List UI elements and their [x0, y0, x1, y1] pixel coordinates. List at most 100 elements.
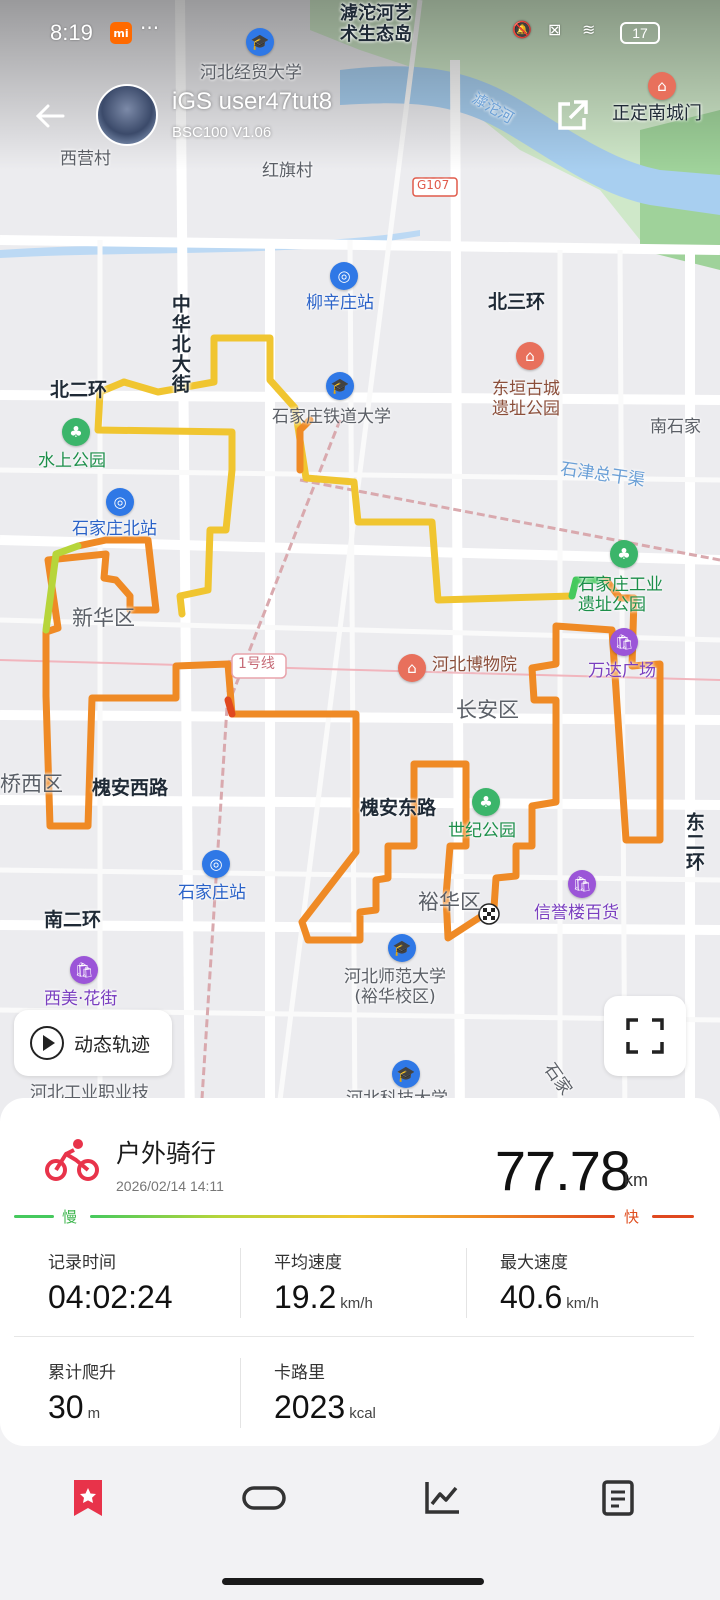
map-label: 河北师范大学 (裕华校区) — [344, 967, 446, 1007]
speed-legend-fast-bar — [652, 1215, 694, 1218]
stat-value: 40.6 km/h — [500, 1279, 599, 1315]
chart-icon — [425, 1482, 459, 1514]
stat-value: 04:02:24 — [48, 1279, 173, 1315]
map-label: 槐安西路 — [92, 777, 169, 799]
landmark-icon: ⌂ — [648, 72, 676, 100]
shopping-icon: 🛍 — [610, 628, 638, 656]
stat-label: 累计爬升 — [48, 1363, 116, 1383]
map-label: 石家庄站 — [178, 883, 246, 903]
activity-date: 2026/02/14 14:11 — [116, 1178, 224, 1194]
wifi-icon: ≋ — [582, 20, 596, 39]
stat-value: 30 m — [48, 1389, 101, 1425]
map-label: G107 — [417, 178, 450, 192]
activity-type: 户外骑行 — [116, 1139, 217, 1168]
shopping-icon: 🛍 — [70, 956, 98, 984]
map-label: 中华北大街 — [168, 294, 191, 394]
bottom-nav — [0, 1446, 720, 1600]
stat-label: 平均速度 — [274, 1253, 342, 1273]
avatar[interactable] — [96, 84, 158, 146]
fullscreen-icon — [626, 1018, 664, 1054]
divider — [240, 1248, 241, 1318]
nav-route[interactable] — [236, 1474, 292, 1522]
map-label: 河北博物院 — [432, 655, 517, 675]
stat-label: 记录时间 — [48, 1253, 116, 1273]
university-icon: 🎓 — [392, 1060, 420, 1088]
user-name: iGS user47tut8 — [172, 88, 333, 115]
back-button[interactable] — [30, 96, 70, 136]
station-icon: ◎ — [330, 262, 358, 290]
document-icon — [602, 1480, 634, 1516]
map-label: 裕华区 — [418, 890, 481, 914]
map-label: 万达广场 — [588, 661, 656, 681]
map-label: 东二环 — [682, 812, 705, 872]
map-label: 石家庄北站 — [72, 519, 157, 539]
stat-label: 最大速度 — [500, 1253, 568, 1273]
map-label: 东垣古城 遗址公园 — [492, 379, 560, 419]
stat-avg-speed: 平均速度 19.2 km/h — [274, 1248, 373, 1316]
arrow-left-icon — [35, 104, 65, 128]
map-label: 长安区 — [456, 698, 519, 722]
speed-legend: 慢 快 — [14, 1206, 694, 1226]
speed-legend-fast: 快 — [624, 1208, 640, 1226]
status-time: 8:19 — [50, 20, 93, 45]
map-label: 新华区 — [72, 606, 135, 630]
nav-details[interactable] — [590, 1474, 646, 1522]
stat-calories: 卡路里 2023 kcal — [274, 1358, 376, 1426]
fullscreen-button[interactable] — [604, 996, 686, 1076]
activity-summary-card: 户外骑行 2026/02/14 14:11 77.78 km 慢 快 记录时间 … — [0, 1098, 720, 1446]
speed-legend-slow: 慢 — [62, 1208, 78, 1226]
divider — [240, 1358, 241, 1428]
capsule-icon — [242, 1486, 286, 1510]
cycling-icon — [45, 1139, 99, 1181]
stat-max-speed: 最大速度 40.6 km/h — [500, 1248, 599, 1316]
device-version: BSC100 V1.06 — [172, 124, 272, 141]
distance-value: 77.78 — [494, 1139, 631, 1202]
map-label: 石家庄工业 遗址公园 — [578, 575, 663, 615]
stat-value: 2023 kcal — [274, 1389, 376, 1425]
map-label: 槐安东路 — [360, 797, 437, 819]
map-label: 南二环 — [44, 909, 102, 931]
station-icon: ◎ — [202, 850, 230, 878]
screen: 🎓 ⌂ ◎ ⌂ 🎓 ♣ ◎ ♣ 🛍 ⌂ ♣ ◎ 🛍 🎓 🛍 🎓 滹沱河艺 术生态… — [0, 0, 720, 1600]
map-label: 西营村 — [60, 149, 111, 169]
university-icon: 🎓 — [326, 372, 354, 400]
stat-record-time: 记录时间 04:02:24 — [48, 1248, 173, 1316]
nav-summary[interactable] — [60, 1474, 116, 1522]
stat-value: 19.2 km/h — [274, 1279, 373, 1315]
nav-charts[interactable] — [414, 1474, 470, 1522]
battery-icon: 17 — [620, 22, 660, 44]
speed-gradient-bar — [90, 1215, 615, 1218]
status-bar: 8:19 mi ··· 🔕 ⊠ ≋ 17 — [0, 0, 720, 66]
stat-label: 卡路里 — [274, 1363, 325, 1383]
bookmark-icon — [74, 1480, 102, 1516]
map-label: 石家庄铁道大学 — [272, 407, 391, 427]
map-label: 信誉楼百货 — [534, 903, 619, 923]
station-icon: ◎ — [106, 488, 134, 516]
landmark-icon: ⌂ — [516, 342, 544, 370]
home-indicator[interactable] — [222, 1578, 484, 1585]
map-label: 北二环 — [50, 379, 108, 401]
map-label: 1号线 — [238, 656, 275, 672]
map-label: 柳辛庄站 — [306, 293, 374, 313]
museum-icon: ⌂ — [398, 654, 426, 682]
mute-icon: 🔕 — [512, 20, 532, 39]
share-icon — [558, 100, 588, 130]
map-label: 世纪公园 — [448, 821, 516, 841]
more-notifications-icon: ··· — [140, 16, 160, 40]
map-label: 北三环 — [488, 291, 546, 313]
map-label: 正定南城门 — [612, 103, 702, 124]
map-label: 水上公园 — [38, 451, 106, 471]
play-icon — [30, 1026, 64, 1060]
map-label: 红旗村 — [262, 161, 313, 181]
map-label: 西美·花街 — [44, 989, 118, 1009]
speed-legend-slow-bar — [14, 1215, 54, 1218]
map-label: 南石家 — [650, 417, 701, 437]
stat-elevation: 累计爬升 30 m — [48, 1358, 116, 1426]
university-icon: 🎓 — [388, 934, 416, 962]
share-button[interactable] — [552, 96, 592, 136]
park-icon: ♣ — [472, 788, 500, 816]
mi-app-icon: mi — [110, 22, 132, 44]
divider — [466, 1248, 467, 1318]
route-map[interactable]: 🎓 ⌂ ◎ ⌂ 🎓 ♣ ◎ ♣ 🛍 ⌂ ♣ ◎ 🛍 🎓 🛍 🎓 滹沱河艺 术生态… — [0, 0, 720, 1130]
dynamic-track-button[interactable]: 动态轨迹 — [14, 1010, 172, 1076]
